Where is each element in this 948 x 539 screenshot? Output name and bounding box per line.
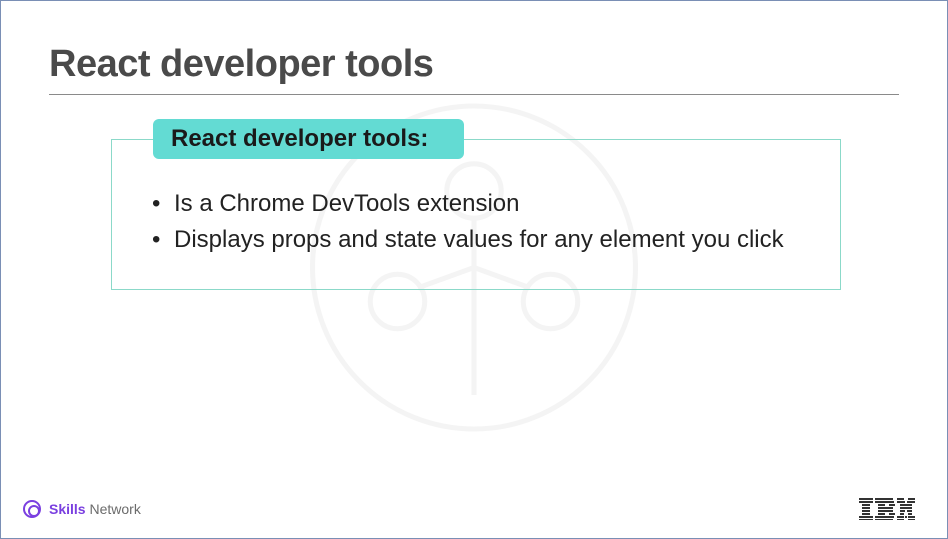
info-box: Is a Chrome DevTools extension Displays … — [111, 139, 841, 290]
skills-network-brand: Skills Network — [23, 500, 141, 518]
skills-network-icon — [23, 500, 41, 518]
bullet-list: Is a Chrome DevTools extension Displays … — [148, 188, 812, 257]
info-box-label: React developer tools: — [153, 119, 464, 159]
slide-content: React developer tools React developer to… — [1, 1, 947, 290]
slide-title: React developer tools — [49, 43, 899, 95]
info-box-wrap: React developer tools: Is a Chrome DevTo… — [111, 139, 841, 290]
ibm-logo — [859, 498, 915, 520]
skills-network-text: Skills Network — [49, 501, 141, 517]
slide: React developer tools React developer to… — [0, 0, 948, 539]
footer: Skills Network — [1, 498, 947, 520]
list-item: Is a Chrome DevTools extension — [148, 188, 812, 220]
skills-rest: Network — [86, 501, 141, 517]
skills-bold: Skills — [49, 501, 86, 517]
list-item: Displays props and state values for any … — [148, 224, 812, 256]
